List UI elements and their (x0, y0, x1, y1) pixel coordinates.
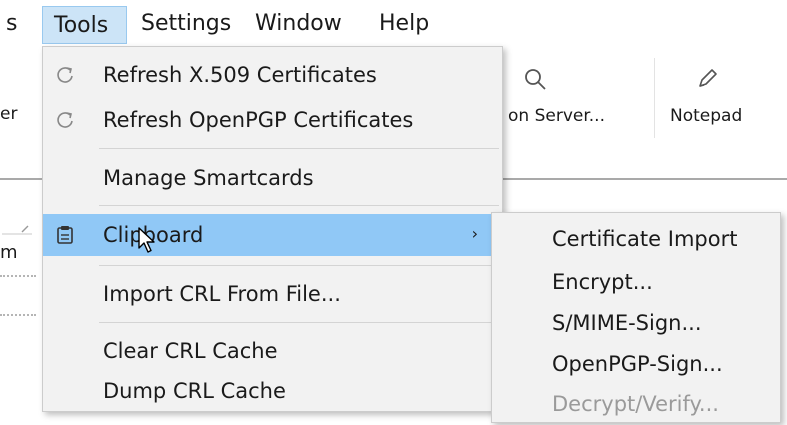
toolbar-partial-label[interactable]: er (0, 104, 17, 124)
checkbox-fragment-icon (2, 225, 32, 235)
notepad-button[interactable]: Notepad (664, 60, 764, 140)
menu-item-refresh-x509[interactable]: Refresh X.509 Certificates (43, 55, 502, 95)
menu-item-clipboard[interactable]: Clipboard › (43, 214, 502, 256)
search-icon (525, 69, 546, 90)
menu-item-clear-crl-cache[interactable]: Clear CRL Cache (43, 331, 502, 371)
menu-item-label: Refresh X.509 Certificates (103, 63, 377, 87)
menu-item-label: Manage Smartcards (103, 166, 314, 190)
menu-item-label: Clear CRL Cache (103, 339, 278, 363)
list-partial-text: m (0, 242, 18, 263)
menu-separator (99, 265, 499, 266)
menu-item-label: Refresh OpenPGP Certificates (103, 108, 414, 132)
submenu-arrow-icon: › (471, 224, 478, 243)
menu-settings[interactable]: Settings (141, 10, 231, 38)
dotted-divider (0, 314, 36, 316)
refresh-icon (57, 67, 73, 83)
menu-bar: s Tools Settings Window Help (0, 0, 787, 48)
menu-separator (99, 205, 499, 206)
menu-partial-item[interactable]: s (6, 10, 17, 38)
menu-item-label: Import CRL From File... (103, 282, 341, 306)
mouse-cursor-icon (138, 227, 155, 253)
refresh-icon (57, 112, 73, 128)
tools-menu: Refresh X.509 Certificates Refresh OpenP… (42, 46, 503, 412)
clipboard-submenu: Certificate Import Encrypt... S/MIME-Sig… (491, 212, 781, 423)
submenu-item-openpgp-sign[interactable]: OpenPGP-Sign... (552, 350, 723, 378)
menu-item-manage-smartcards[interactable]: Manage Smartcards (43, 158, 502, 198)
submenu-item-smime-sign[interactable]: S/MIME-Sign... (552, 309, 702, 337)
submenu-item-encrypt[interactable]: Encrypt... (552, 268, 653, 296)
menu-item-refresh-openpgp[interactable]: Refresh OpenPGP Certificates (43, 100, 502, 140)
clipboard-icon (57, 226, 73, 244)
toolbar-separator (654, 58, 655, 138)
menu-item-import-crl[interactable]: Import CRL From File... (43, 274, 502, 314)
app-window: s Tools Settings Window Help er on Serve… (0, 0, 787, 425)
lookup-on-server-button[interactable]: on Server... (508, 60, 648, 140)
menu-help[interactable]: Help (379, 10, 429, 38)
notepad-label: Notepad (670, 106, 743, 126)
pencil-icon (699, 69, 717, 87)
menu-separator (99, 322, 499, 323)
menu-item-label: Dump CRL Cache (103, 379, 286, 403)
menu-separator (99, 148, 499, 149)
menu-tools[interactable]: Tools (42, 6, 127, 44)
menu-window[interactable]: Window (255, 10, 342, 38)
dotted-divider (0, 275, 36, 277)
submenu-item-certificate-import[interactable]: Certificate Import (552, 225, 737, 253)
submenu-item-decrypt-verify: Decrypt/Verify... (552, 392, 719, 416)
lookup-on-server-label: on Server... (508, 106, 605, 126)
menu-item-dump-crl-cache[interactable]: Dump CRL Cache (43, 371, 502, 411)
